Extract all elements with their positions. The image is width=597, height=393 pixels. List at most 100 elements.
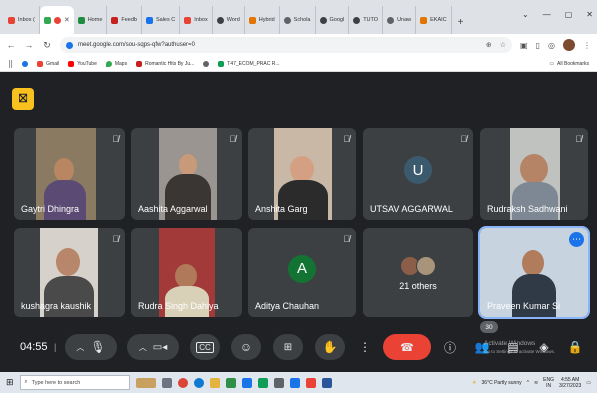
browser-tab[interactable]: TUTO [349, 6, 384, 34]
camera-off-badge-icon[interactable]: ⛝ [12, 88, 34, 110]
more-options-button[interactable]: ⋮ [355, 334, 375, 360]
browser-tab[interactable]: EKAIC [416, 6, 452, 34]
close-window-icon[interactable]: ✕ [586, 10, 593, 19]
participant-tile[interactable]: 🎙̸ Gaytri Dhingra [14, 128, 125, 220]
camera-icon: ▭◂ [152, 341, 168, 353]
activities-button[interactable]: ◈ [534, 334, 554, 360]
bookmark-gmail[interactable]: Gmail [37, 60, 59, 67]
restore-icon[interactable]: ▢ [565, 10, 573, 19]
mic-off-icon: 🎙̸ [112, 134, 119, 144]
app-icon[interactable] [257, 377, 268, 388]
bookmark-maps[interactable]: Maps [105, 60, 127, 67]
tray-clock[interactable]: 4:55 AM 3/27/2023 [559, 377, 581, 389]
people-button[interactable]: 👥 [472, 334, 492, 360]
network-icon[interactable]: ≋ [534, 380, 538, 386]
participant-tile[interactable]: 🎙̸ Aashita Aggarwal [131, 128, 242, 220]
clock-separator: | [54, 342, 57, 352]
browser-tab[interactable]: Googl [316, 6, 350, 34]
participant-face [522, 250, 544, 276]
chrome-icon[interactable] [177, 377, 188, 388]
captions-button[interactable]: CC [190, 334, 220, 360]
browser-tab-active[interactable]: ✕ [39, 6, 74, 34]
edge-icon[interactable] [193, 377, 204, 388]
tab-search-icon[interactable]: ⌄ [522, 10, 529, 19]
app-icon[interactable] [305, 377, 316, 388]
cortana-icon[interactable] [135, 377, 156, 388]
participant-tile[interactable]: 🎙̸ kushagra kaushik [14, 228, 125, 317]
apps-grid-icon[interactable]: ⣿ [8, 60, 13, 68]
participant-tile[interactable]: U 🎙̸ UTSAV AGGARWAL [363, 128, 473, 220]
browser-tab[interactable]: Inbox ( [4, 6, 40, 34]
bookmark-star-icon[interactable]: ☆ [500, 41, 506, 49]
profile-avatar[interactable] [563, 39, 575, 51]
url-bar[interactable]: meet.google.com/sou-sqps-qfw?authuser=0 … [60, 37, 513, 53]
participant-tile[interactable]: A 🎙̸ Aditya Chauhan [248, 228, 356, 317]
activate-windows-watermark: Activate Windows [484, 340, 536, 347]
browser-tab[interactable]: Feedb [107, 6, 142, 34]
extension-icon[interactable]: ▣ [520, 41, 528, 50]
more-options-icon[interactable]: ⋯ [569, 232, 584, 247]
app-icon[interactable] [273, 377, 284, 388]
reload-icon[interactable]: ↻ [42, 40, 52, 51]
site-info-icon[interactable] [66, 41, 73, 49]
browser-tab[interactable]: Unaw [383, 6, 417, 34]
meeting-details-button[interactable]: ⓘ [440, 334, 460, 360]
participant-tile[interactable]: 🎙̸ Rudraksh Sadhwani [480, 128, 588, 220]
all-bookmarks[interactable]: ▭ All Bookmarks [549, 61, 589, 67]
recording-icon [53, 16, 61, 24]
others-tile[interactable]: 21 others [363, 228, 473, 317]
weather-text[interactable]: 36°C Partly sunny [482, 380, 522, 386]
chrome-icon[interactable]: ◎ [548, 41, 555, 50]
more-vert-icon: ⋮ [359, 340, 371, 354]
tray-language[interactable]: ENG IN [543, 377, 554, 389]
participant-tile[interactable]: 🎙̸ Anshita Garg [248, 128, 356, 220]
camera-toggle-button[interactable]: ︿ ▭◂ [127, 334, 179, 360]
menu-dots-icon[interactable]: ⋮ [583, 41, 591, 50]
browser-tab[interactable]: Hybrid [245, 6, 280, 34]
browser-tab[interactable]: Sales C [142, 6, 181, 34]
mic-off-icon: 🎙̸ [112, 234, 119, 244]
mic-off-icon: 🎙̸ [343, 134, 350, 144]
app-icon[interactable] [289, 377, 300, 388]
taskbar-search-box[interactable]: ⌕ Type here to search [19, 375, 130, 390]
microphone-icon: 🎙 [90, 340, 106, 354]
word-icon[interactable] [321, 377, 332, 388]
mic-toggle-button[interactable]: ︿ 🎙 [65, 334, 117, 360]
bookmark-ecom-prac[interactable]: T47_ECOM_PRAC R... [218, 60, 280, 67]
browser-tab[interactable]: Word [213, 6, 245, 34]
participant-tile[interactable]: Rudra Singh Dahiya [131, 228, 242, 317]
bookmark-item[interactable] [22, 60, 29, 67]
tutorial-icon [353, 16, 361, 24]
browser-tab[interactable]: Inbox [180, 6, 213, 34]
windows-start-icon[interactable]: ⊞ [6, 377, 14, 388]
participant-avatar: U [404, 156, 432, 184]
emoji-reaction-button[interactable]: ☺ [231, 334, 261, 360]
browser-tab[interactable]: Home [74, 6, 108, 34]
store-icon[interactable] [225, 377, 236, 388]
chevron-up-icon[interactable]: ︿ [76, 342, 84, 353]
host-controls-button[interactable]: 🔒 [565, 334, 585, 360]
back-icon[interactable]: ← [6, 40, 16, 50]
forward-icon[interactable]: → [24, 40, 34, 50]
task-view-icon[interactable] [161, 377, 172, 388]
close-tab-icon[interactable]: ✕ [64, 16, 70, 24]
side-panel-icon[interactable]: ▯ [536, 41, 540, 50]
bookmark-item[interactable] [203, 60, 210, 67]
new-tab-button[interactable]: + [452, 17, 470, 34]
present-screen-button[interactable]: ⊞ [273, 334, 303, 360]
leave-call-button[interactable]: ☎ [383, 334, 431, 360]
zoom-icon[interactable]: ⊕ [486, 41, 492, 49]
chevron-up-icon[interactable]: ︿ [139, 342, 147, 353]
raise-hand-button[interactable]: ✋ [315, 334, 345, 360]
hand-icon: ✋ [322, 340, 338, 354]
tray-chevron-icon[interactable]: ^ [527, 380, 529, 386]
chat-button[interactable]: ▤ [503, 334, 523, 360]
participant-tile-self[interactable]: ⋯ Praveen Kumar Si [478, 226, 590, 319]
browser-tab[interactable]: Schola [280, 6, 316, 34]
file-explorer-icon[interactable] [209, 377, 220, 388]
notification-icon[interactable]: ▭ [586, 380, 591, 386]
app-icon[interactable] [241, 377, 252, 388]
minimize-icon[interactable]: — [543, 10, 551, 19]
bookmark-romantic-hits[interactable]: Romantic Hits By Ju... [136, 60, 194, 67]
bookmark-youtube[interactable]: YouTube [68, 60, 97, 67]
